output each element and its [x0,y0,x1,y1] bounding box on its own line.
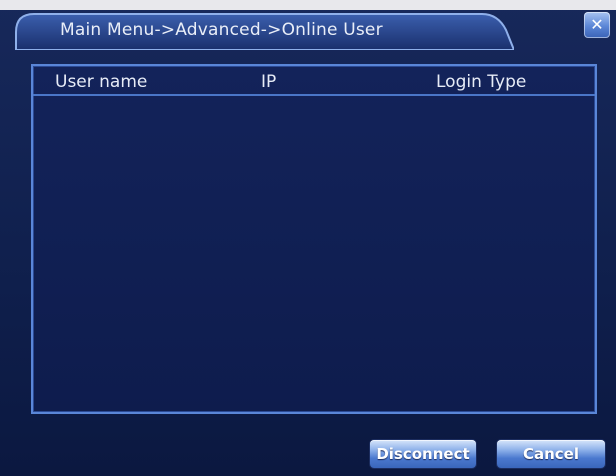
column-header-login-type[interactable]: Login Type [436,72,526,92]
top-strip [0,0,616,10]
list-body[interactable] [33,96,595,412]
close-icon: ✕ [590,15,604,34]
title-tab: Main Menu->Advanced->Online User [14,10,514,50]
online-user-dialog: Main Menu->Advanced->Online User ✕ User … [0,0,616,476]
online-user-list: User name IP Login Type [31,64,597,414]
column-header-user-name[interactable]: User name [55,72,147,92]
disconnect-button[interactable]: Disconnect [370,440,476,468]
window-title: Main Menu->Advanced->Online User [60,20,383,40]
column-header-ip[interactable]: IP [261,72,276,92]
list-header: User name IP Login Type [33,66,595,96]
close-button[interactable]: ✕ [584,12,610,38]
cancel-button[interactable]: Cancel [497,440,605,468]
